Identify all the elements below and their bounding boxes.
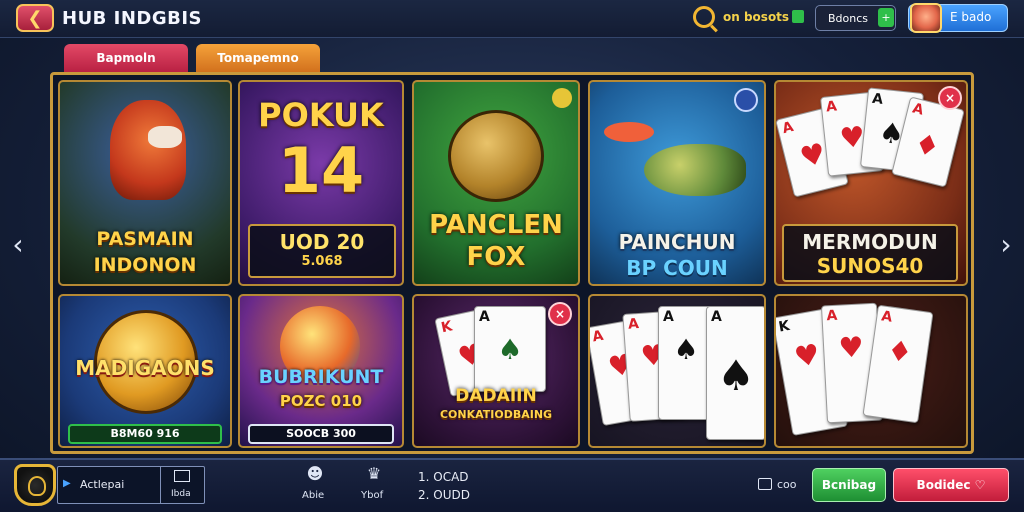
game-card-spread-1[interactable]: A ♥ A ♥ A ♠ A ♠: [588, 294, 766, 448]
game-value-box: SOOCB 300: [248, 424, 394, 444]
game-card-pasmain[interactable]: PASMAIN INDONON: [58, 80, 232, 286]
game-value: SOOCB 300: [286, 427, 356, 440]
coin-icon: [552, 88, 572, 108]
profile-name: E bado: [950, 10, 992, 24]
bronze-beetle-icon: [448, 110, 544, 202]
crown-icon[interactable]: ♛: [364, 464, 384, 483]
red-button-label: Bodidec: [916, 478, 971, 492]
game-card-mermodun[interactable]: A ♥ A ♥ A ♠ A ♦ × MERMODUN SUNOS40: [774, 80, 968, 286]
card-rank: A: [627, 315, 640, 333]
game-value-box: B8M60 916: [68, 424, 222, 444]
game-card-painchun[interactable]: PAINCHUN BP COUN: [588, 80, 766, 286]
game-title: DADAIIN: [455, 386, 537, 406]
green-action-button[interactable]: Bcnibag: [812, 468, 886, 502]
chat-label: coo: [777, 478, 797, 491]
card-rank: A: [780, 119, 796, 138]
rank-line-2: 2. OUDD: [418, 488, 470, 502]
spade-icon: ♠: [497, 333, 523, 366]
game-value-box: UOD 20 5.068: [248, 224, 396, 278]
red-action-button[interactable]: Bodidec ♡: [893, 468, 1009, 502]
game-card-spread-2[interactable]: K ♥ A ♥ A ♦: [774, 294, 968, 448]
back-arrow-icon: ❮: [27, 7, 43, 29]
card-rank: K: [439, 318, 454, 337]
big-fish-icon: [644, 144, 746, 196]
game-subtitle: POZC 010: [279, 392, 363, 410]
play-icon: ▶: [63, 478, 71, 489]
boosts-label: on bosots: [723, 10, 790, 24]
mail-label: Ibda: [171, 489, 191, 499]
card-rank: A: [591, 327, 605, 346]
game-title: PANCLEN: [429, 210, 563, 240]
mail-icon[interactable]: [174, 470, 190, 482]
card-rank: A: [825, 98, 838, 116]
playing-card: A ♠: [474, 306, 546, 392]
card-rank: A: [871, 90, 884, 108]
spade-icon: ♠: [717, 351, 755, 400]
avatar[interactable]: [910, 3, 942, 33]
tab-tomapemno[interactable]: Tomapemno: [196, 44, 320, 72]
coins-label: Bdoncs: [828, 12, 869, 25]
search-icon[interactable]: [693, 6, 715, 28]
game-title: BUBRIKUNT: [258, 366, 384, 388]
game-card-panclen[interactable]: PANCLEN FOX: [412, 80, 580, 286]
game-value-secondary: 5.068: [301, 254, 343, 269]
diamond-icon: ♦: [885, 333, 915, 370]
game-subtitle: CONKATIODBAING: [439, 408, 553, 421]
coins-add-button[interactable]: +: [878, 8, 894, 27]
small-fish-icon: [604, 122, 654, 142]
card-rank: A: [880, 308, 894, 326]
bottom-item-label-1: Abie: [302, 490, 325, 501]
game-title: PAINCHUN: [618, 230, 736, 254]
game-number: 14: [277, 134, 365, 207]
dragon-creature-icon: [110, 100, 186, 200]
game-value: B8M60 916: [110, 427, 180, 440]
game-value: UOD 20: [279, 230, 365, 254]
heart-icon: ♡: [974, 478, 986, 492]
game-subtitle: BP COUN: [626, 256, 728, 280]
game-title: MADIGAONS: [75, 356, 215, 380]
game-subtitle: INDONON: [93, 254, 197, 276]
divider: [160, 466, 161, 504]
field-text: Actlepai: [80, 478, 125, 491]
shield-icon[interactable]: [14, 464, 56, 506]
card-rank: A: [479, 309, 490, 325]
tab-bapmoln[interactable]: Bapmoln: [64, 44, 188, 72]
diamond-icon: ♦: [910, 126, 944, 165]
close-icon[interactable]: ×: [548, 302, 572, 326]
nav-right-arrow-icon[interactable]: ›: [996, 228, 1016, 262]
card-rank: A: [910, 100, 926, 119]
card-rank: A: [711, 309, 722, 325]
chat-icon[interactable]: [758, 478, 772, 490]
game-title: PASMAIN: [96, 228, 194, 250]
nav-left-arrow-icon[interactable]: ‹: [8, 228, 28, 262]
card-rank: A: [663, 309, 674, 325]
game-subtitle: SUNOS40: [816, 254, 924, 278]
game-card-madigaons[interactable]: MADIGAONS B8M60 916: [58, 294, 232, 448]
game-title: MERMODUN: [802, 230, 938, 254]
spade-icon: ♠: [673, 333, 699, 366]
card-rank: K: [777, 317, 791, 336]
bonus-orb-icon: [734, 88, 758, 112]
profile-icon[interactable]: ☻: [306, 464, 324, 483]
game-subtitle: FOX: [466, 242, 526, 272]
back-button[interactable]: ❮: [16, 4, 54, 32]
game-card-bubrikunt[interactable]: BUBRIKUNT POZC 010 SOOCB 300: [238, 294, 404, 448]
game-title-box: MERMODUN SUNOS40: [782, 224, 958, 282]
bottom-item-label-2: Ybof: [361, 490, 384, 501]
game-title: POKUK: [258, 96, 384, 134]
dragon-face-icon: [148, 126, 182, 148]
game-card-dadaiin[interactable]: K ♥ A ♠ × DADAIIN CONKATIODBAING: [412, 294, 580, 448]
game-card-pokuk[interactable]: POKUK 14 UOD 20 5.068: [238, 80, 404, 286]
app-title: HUB INDGBIS: [62, 8, 203, 29]
rank-line-1: 1. OCAD: [418, 470, 469, 484]
boosts-chip-icon[interactable]: [792, 10, 804, 23]
playing-card: A ♠: [706, 306, 764, 440]
close-icon[interactable]: ×: [938, 86, 962, 110]
card-rank: A: [826, 307, 838, 325]
